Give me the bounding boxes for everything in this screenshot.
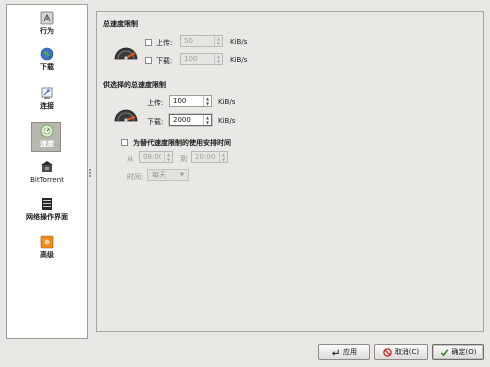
checkmark-icon xyxy=(440,348,448,356)
to-time-spinner[interactable]: ▲▼ xyxy=(191,151,228,163)
ok-button-label: 确定(O) xyxy=(451,348,477,356)
apply-arrow-icon xyxy=(332,349,339,356)
sidebar-item-label: BitTorrent xyxy=(30,176,64,184)
behavior-icon xyxy=(40,11,54,25)
cancel-button-label: 取消(C) xyxy=(394,348,420,356)
days-label: 时间: xyxy=(127,173,144,181)
days-combobox-value: 每天 xyxy=(152,171,166,179)
schedule-checkbox[interactable] xyxy=(121,139,128,146)
alt-download-unit: KiB/s xyxy=(218,117,236,125)
sidebar-item-web-interface[interactable]: 网络操作界面 xyxy=(7,197,87,222)
spinner-arrows[interactable]: ▲ ▼ xyxy=(219,152,227,162)
from-time-spinner[interactable]: ▲▼ xyxy=(139,151,173,163)
schedule-checkbox-label: 为替代速度限制的使用安排时间 xyxy=(133,139,231,147)
alt-download-label: 下载: xyxy=(147,118,164,126)
sidebar-item-label: 高级 xyxy=(40,251,54,259)
alt-upload-input[interactable] xyxy=(170,96,203,106)
sidebar-item-behavior[interactable]: 行为 xyxy=(7,11,87,36)
to-time-input[interactable] xyxy=(192,152,219,162)
from-label: 从 xyxy=(127,155,134,163)
days-combobox[interactable]: 每天 ▼ xyxy=(147,169,189,181)
sidebar-item-advanced[interactable]: 高级 xyxy=(7,235,87,260)
alt-upload-spinner[interactable]: ▲▼ xyxy=(169,95,212,107)
global-upload-input[interactable] xyxy=(181,36,214,46)
global-limit-title: 总速度限制 xyxy=(103,20,138,28)
sidebar-item-label: 行为 xyxy=(40,27,54,35)
global-upload-unit: KiB/s xyxy=(230,38,248,46)
bittorrent-icon xyxy=(41,161,53,172)
sidebar-item-downloads[interactable]: 下载 xyxy=(7,47,87,72)
advanced-icon xyxy=(40,235,54,249)
global-upload-label: 上传: xyxy=(156,39,173,47)
to-label: 到 xyxy=(180,155,187,163)
speedometer-icon xyxy=(114,47,138,60)
global-upload-limit-checkbox[interactable] xyxy=(145,39,152,46)
connection-icon xyxy=(41,87,53,99)
sidebar-item-speed[interactable]: 速度 xyxy=(7,122,87,152)
cancel-icon xyxy=(383,347,392,357)
cancel-button[interactable]: 取消(C) xyxy=(374,344,428,360)
spinner-arrows[interactable]: ▲ ▼ xyxy=(164,152,172,162)
global-download-spinner[interactable]: ▲▼ xyxy=(180,53,223,65)
category-sidebar: 行为 下载 连接 速度 BitTorrent 网络操作界面 高级 xyxy=(6,4,88,339)
sidebar-item-label: 连接 xyxy=(40,102,54,110)
spinner-arrows[interactable]: ▲ ▼ xyxy=(203,96,211,106)
spinner-arrows[interactable]: ▲ ▼ xyxy=(203,115,211,125)
alt-speedometer-icon xyxy=(114,109,138,122)
alt-download-input[interactable] xyxy=(170,115,203,125)
global-download-input[interactable] xyxy=(181,54,214,64)
sidebar-item-label: 速度 xyxy=(40,140,54,148)
sidebar-item-label: 下载 xyxy=(40,63,54,71)
web-interface-icon xyxy=(42,198,52,210)
sidebar-item-label: 网络操作界面 xyxy=(26,213,68,221)
global-upload-spinner[interactable]: ▲▼ xyxy=(180,35,223,47)
pane-splitter-handle[interactable] xyxy=(88,168,92,180)
alt-upload-label: 上传: xyxy=(147,99,164,107)
speed-icon xyxy=(40,124,54,138)
apply-button-label: 应用 xyxy=(343,348,357,356)
sidebar-item-bittorrent[interactable]: BitTorrent xyxy=(7,160,87,185)
spinner-arrows[interactable]: ▲ ▼ xyxy=(214,36,222,46)
chevron-down-icon: ▼ xyxy=(180,172,184,178)
download-globe-icon xyxy=(40,47,54,61)
alt-upload-unit: KiB/s xyxy=(218,98,236,106)
from-time-input[interactable] xyxy=(140,152,164,162)
speed-settings-panel: 总速度限制 上传: ▲▼ KiB/s 下载: ▲▼ KiB/s 供选择的总速度限… xyxy=(96,11,484,332)
global-download-label: 下载: xyxy=(156,57,173,65)
alt-limit-title: 供选择的总速度限制 xyxy=(103,81,166,89)
alt-download-spinner[interactable]: ▲▼ xyxy=(169,114,212,126)
ok-button[interactable]: 确定(O) xyxy=(432,344,484,360)
sidebar-item-connection[interactable]: 连接 xyxy=(7,86,87,111)
global-download-unit: KiB/s xyxy=(230,56,248,64)
apply-button[interactable]: 应用 xyxy=(318,344,370,360)
global-download-limit-checkbox[interactable] xyxy=(145,57,152,64)
spinner-arrows[interactable]: ▲ ▼ xyxy=(214,54,222,64)
